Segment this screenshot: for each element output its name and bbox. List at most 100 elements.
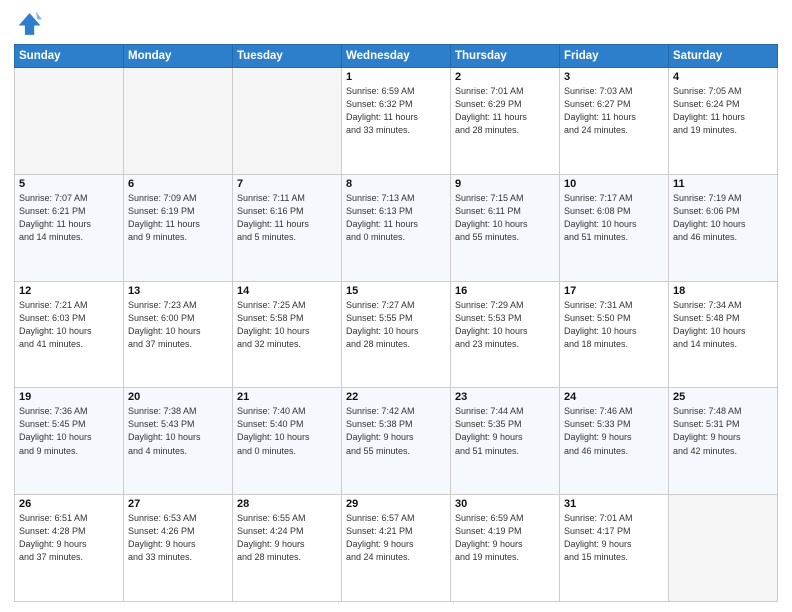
calendar-cell: 4 Sunrise: 7:05 AM Sunset: 6:24 PM Daylig… <box>669 68 778 175</box>
day-number: 1 <box>346 71 446 83</box>
day-number: 25 <box>673 391 773 403</box>
day-number: 24 <box>564 391 664 403</box>
calendar-cell: 2Sunrise: 7:01 AM Sunset: 6:29 PM Daylig… <box>451 68 560 175</box>
day-number: 12 <box>19 285 119 297</box>
day-info: Sunrise: 6:57 AM Sunset: 4:21 PM Dayligh… <box>346 512 446 564</box>
logo <box>14 10 46 38</box>
day-info: Sunrise: 7:42 AM Sunset: 5:38 PM Dayligh… <box>346 405 446 457</box>
day-number: 9 <box>455 178 555 190</box>
day-info: Sunrise: 7:29 AM Sunset: 5:53 PM Dayligh… <box>455 299 555 351</box>
day-info: Sunrise: 7:34 AM Sunset: 5:48 PM Dayligh… <box>673 299 773 351</box>
day-number: 11 <box>673 178 773 190</box>
calendar-cell <box>124 68 233 175</box>
calendar-cell: 27 Sunrise: 6:53 AM Sunset: 4:26 PM Dayli… <box>124 495 233 602</box>
calendar-cell: 12 Sunrise: 7:21 AM Sunset: 6:03 PM Dayli… <box>15 281 124 388</box>
calendar-cell: 6 Sunrise: 7:09 AM Sunset: 6:19 PM Daylig… <box>124 174 233 281</box>
day-number: 7 <box>237 178 337 190</box>
day-info: Sunrise: 7:44 AM Sunset: 5:35 PM Dayligh… <box>455 405 555 457</box>
day-number: 19 <box>19 391 119 403</box>
calendar-cell: 24 Sunrise: 7:46 AM Sunset: 5:33 PM Dayli… <box>560 388 669 495</box>
day-number: 15 <box>346 285 446 297</box>
calendar-cell: 26Sunrise: 6:51 AM Sunset: 4:28 PM Dayli… <box>15 495 124 602</box>
calendar-cell: 16Sunrise: 7:29 AM Sunset: 5:53 PM Dayli… <box>451 281 560 388</box>
calendar-cell: 15 Sunrise: 7:27 AM Sunset: 5:55 PM Dayli… <box>342 281 451 388</box>
calendar-cell: 3Sunrise: 7:03 AM Sunset: 6:27 PM Daylig… <box>560 68 669 175</box>
weekday-header-friday: Friday <box>560 45 669 68</box>
header <box>14 10 778 38</box>
day-info: Sunrise: 7:31 AM Sunset: 5:50 PM Dayligh… <box>564 299 664 351</box>
day-info: Sunrise: 7:27 AM Sunset: 5:55 PM Dayligh… <box>346 299 446 351</box>
calendar-cell: 30 Sunrise: 6:59 AM Sunset: 4:19 PM Dayli… <box>451 495 560 602</box>
day-number: 10 <box>564 178 664 190</box>
calendar-cell: 10 Sunrise: 7:17 AM Sunset: 6:08 PM Dayli… <box>560 174 669 281</box>
calendar-cell: 29 Sunrise: 6:57 AM Sunset: 4:21 PM Dayli… <box>342 495 451 602</box>
day-info: Sunrise: 7:01 AM Sunset: 6:29 PM Dayligh… <box>455 85 555 137</box>
day-info: Sunrise: 6:59 AM Sunset: 4:19 PM Dayligh… <box>455 512 555 564</box>
calendar-cell: 31 Sunrise: 7:01 AM Sunset: 4:17 PM Dayli… <box>560 495 669 602</box>
day-info: Sunrise: 7:48 AM Sunset: 5:31 PM Dayligh… <box>673 405 773 457</box>
calendar-cell: 23 Sunrise: 7:44 AM Sunset: 5:35 PM Dayli… <box>451 388 560 495</box>
day-number: 14 <box>237 285 337 297</box>
calendar-cell: 11 Sunrise: 7:19 AM Sunset: 6:06 PM Dayli… <box>669 174 778 281</box>
day-number: 28 <box>237 498 337 510</box>
calendar-cell: 17 Sunrise: 7:31 AM Sunset: 5:50 PM Dayli… <box>560 281 669 388</box>
day-number: 26 <box>19 498 119 510</box>
day-number: 23 <box>455 391 555 403</box>
day-number: 8 <box>346 178 446 190</box>
logo-icon <box>14 10 42 38</box>
calendar-cell: 9 Sunrise: 7:15 AM Sunset: 6:11 PM Daylig… <box>451 174 560 281</box>
calendar-cell: 7 Sunrise: 7:11 AM Sunset: 6:16 PM Daylig… <box>233 174 342 281</box>
weekday-header-monday: Monday <box>124 45 233 68</box>
weekday-header-thursday: Thursday <box>451 45 560 68</box>
day-number: 3 <box>564 71 664 83</box>
day-info: Sunrise: 7:11 AM Sunset: 6:16 PM Dayligh… <box>237 192 337 244</box>
day-number: 5 <box>19 178 119 190</box>
day-number: 22 <box>346 391 446 403</box>
day-info: Sunrise: 7:19 AM Sunset: 6:06 PM Dayligh… <box>673 192 773 244</box>
day-info: Sunrise: 7:38 AM Sunset: 5:43 PM Dayligh… <box>128 405 228 457</box>
day-info: Sunrise: 7:21 AM Sunset: 6:03 PM Dayligh… <box>19 299 119 351</box>
week-row-1: 5Sunrise: 7:07 AM Sunset: 6:21 PM Daylig… <box>15 174 778 281</box>
day-info: Sunrise: 7:15 AM Sunset: 6:11 PM Dayligh… <box>455 192 555 244</box>
day-number: 13 <box>128 285 228 297</box>
week-row-0: 1 Sunrise: 6:59 AM Sunset: 6:32 PM Daylig… <box>15 68 778 175</box>
week-row-2: 12 Sunrise: 7:21 AM Sunset: 6:03 PM Dayli… <box>15 281 778 388</box>
calendar-cell <box>15 68 124 175</box>
day-info: Sunrise: 6:59 AM Sunset: 6:32 PM Dayligh… <box>346 85 446 137</box>
weekday-header-row: SundayMondayTuesdayWednesdayThursdayFrid… <box>15 45 778 68</box>
day-info: Sunrise: 7:09 AM Sunset: 6:19 PM Dayligh… <box>128 192 228 244</box>
day-number: 21 <box>237 391 337 403</box>
calendar-cell: 21 Sunrise: 7:40 AM Sunset: 5:40 PM Dayli… <box>233 388 342 495</box>
week-row-4: 26Sunrise: 6:51 AM Sunset: 4:28 PM Dayli… <box>15 495 778 602</box>
day-info: Sunrise: 7:46 AM Sunset: 5:33 PM Dayligh… <box>564 405 664 457</box>
week-row-3: 19 Sunrise: 7:36 AM Sunset: 5:45 PM Dayli… <box>15 388 778 495</box>
calendar-cell: 25 Sunrise: 7:48 AM Sunset: 5:31 PM Dayli… <box>669 388 778 495</box>
weekday-header-wednesday: Wednesday <box>342 45 451 68</box>
day-number: 4 <box>673 71 773 83</box>
day-info: Sunrise: 7:01 AM Sunset: 4:17 PM Dayligh… <box>564 512 664 564</box>
day-number: 30 <box>455 498 555 510</box>
day-number: 18 <box>673 285 773 297</box>
calendar-cell: 14 Sunrise: 7:25 AM Sunset: 5:58 PM Dayli… <box>233 281 342 388</box>
day-number: 27 <box>128 498 228 510</box>
day-number: 17 <box>564 285 664 297</box>
weekday-header-sunday: Sunday <box>15 45 124 68</box>
day-info: Sunrise: 7:13 AM Sunset: 6:13 PM Dayligh… <box>346 192 446 244</box>
weekday-header-saturday: Saturday <box>669 45 778 68</box>
day-number: 6 <box>128 178 228 190</box>
day-info: Sunrise: 7:36 AM Sunset: 5:45 PM Dayligh… <box>19 405 119 457</box>
calendar-cell: 18 Sunrise: 7:34 AM Sunset: 5:48 PM Dayli… <box>669 281 778 388</box>
calendar-cell: 13Sunrise: 7:23 AM Sunset: 6:00 PM Dayli… <box>124 281 233 388</box>
day-number: 31 <box>564 498 664 510</box>
day-info: Sunrise: 6:53 AM Sunset: 4:26 PM Dayligh… <box>128 512 228 564</box>
day-info: Sunrise: 7:05 AM Sunset: 6:24 PM Dayligh… <box>673 85 773 137</box>
calendar-cell: 28Sunrise: 6:55 AM Sunset: 4:24 PM Dayli… <box>233 495 342 602</box>
calendar-cell: 22 Sunrise: 7:42 AM Sunset: 5:38 PM Dayli… <box>342 388 451 495</box>
calendar-cell: 1 Sunrise: 6:59 AM Sunset: 6:32 PM Daylig… <box>342 68 451 175</box>
page: SundayMondayTuesdayWednesdayThursdayFrid… <box>0 0 792 612</box>
day-number: 20 <box>128 391 228 403</box>
day-info: Sunrise: 7:25 AM Sunset: 5:58 PM Dayligh… <box>237 299 337 351</box>
day-info: Sunrise: 7:17 AM Sunset: 6:08 PM Dayligh… <box>564 192 664 244</box>
day-info: Sunrise: 7:40 AM Sunset: 5:40 PM Dayligh… <box>237 405 337 457</box>
day-number: 29 <box>346 498 446 510</box>
